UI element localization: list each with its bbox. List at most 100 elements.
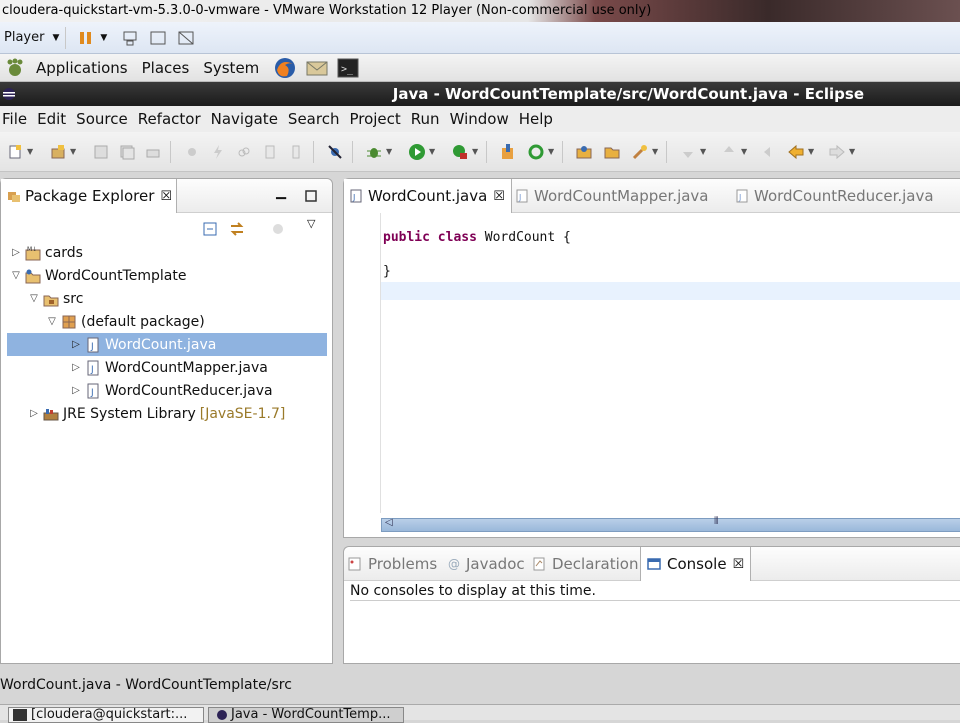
menu-source[interactable]: Source — [76, 110, 128, 128]
code-line-3[interactable]: } — [383, 264, 391, 279]
tree-item-project[interactable]: ▽ WordCountTemplate — [1, 264, 332, 287]
save-button[interactable] — [90, 142, 112, 162]
expand-icon[interactable]: ▷ — [69, 339, 83, 350]
scroll-thumb-grip-icon[interactable]: ⦀ — [714, 516, 718, 527]
unity-button[interactable] — [177, 27, 195, 49]
back-button[interactable] — [785, 142, 807, 162]
menu-navigate[interactable]: Navigate — [211, 110, 278, 128]
tab-wordcount-reducer[interactable]: J WordCountReducer.java — [736, 179, 934, 213]
tab-declaration[interactable]: Declaration — [532, 547, 638, 581]
send-ctrl-alt-del-button[interactable] — [121, 27, 139, 49]
refresh-button[interactable] — [525, 142, 547, 162]
print-button[interactable] — [142, 142, 164, 162]
new-class-button[interactable] — [497, 142, 519, 162]
toolbar-icon-a[interactable] — [181, 142, 203, 162]
collapse-all-icon[interactable] — [203, 222, 217, 236]
close-icon[interactable]: ☒ — [493, 189, 505, 204]
expand-icon[interactable]: ▷ — [9, 247, 23, 258]
forward-dropdown-icon[interactable]: ▼ — [849, 147, 857, 156]
menu-project[interactable]: Project — [349, 110, 400, 128]
open-type-button[interactable] — [573, 142, 595, 162]
tree-item-src[interactable]: ▽ src — [1, 287, 332, 310]
menu-file[interactable]: File — [2, 110, 27, 128]
next-annotation-button[interactable] — [677, 142, 699, 162]
close-icon[interactable]: ☒ — [160, 189, 172, 204]
project-dropdown-icon[interactable]: ▼ — [70, 147, 78, 156]
places-menu[interactable]: Places — [142, 59, 190, 77]
search-button[interactable] — [629, 142, 651, 162]
package-explorer-tab[interactable]: Package Explorer ☒ — [1, 179, 177, 213]
expand-icon[interactable]: ▷ — [69, 385, 83, 396]
maximize-icon[interactable] — [305, 190, 317, 202]
collapse-icon[interactable]: ▽ — [9, 270, 23, 281]
expand-icon[interactable]: ▷ — [69, 362, 83, 373]
tree-item-wordcount-reducer[interactable]: ▷ J WordCountReducer.java — [7, 379, 332, 402]
pause-button[interactable] — [78, 27, 94, 49]
external-tools-dropdown-icon[interactable]: ▼ — [472, 147, 480, 156]
tab-wordcount-mapper[interactable]: J WordCountMapper.java — [516, 179, 709, 213]
tree-item-default-package[interactable]: ▽ (default package) — [1, 310, 332, 333]
debug-dropdown-icon[interactable]: ▼ — [386, 147, 394, 156]
code-editor[interactable]: public class WordCount { } — [344, 213, 960, 518]
firefox-icon[interactable] — [273, 56, 297, 80]
save-all-button[interactable] — [116, 142, 138, 162]
menu-help[interactable]: Help — [519, 110, 553, 128]
menu-run[interactable]: Run — [411, 110, 440, 128]
external-tools-button[interactable] — [449, 142, 471, 162]
tree-item-wordcount-mapper[interactable]: ▷ J WordCountMapper.java — [7, 356, 332, 379]
next-annotation-dropdown-icon[interactable]: ▼ — [700, 147, 708, 156]
tree-item-jre[interactable]: ▷ JRE System Library [JavaSE-1.7] — [1, 402, 332, 425]
search-dropdown-icon[interactable]: ▼ — [652, 147, 660, 156]
run-button[interactable] — [406, 142, 428, 162]
menu-search[interactable]: Search — [288, 110, 340, 128]
collapse-icon[interactable]: ▽ — [45, 316, 59, 327]
prev-annotation-button[interactable] — [718, 142, 740, 162]
minimize-icon[interactable]: ▁ — [276, 185, 286, 200]
tree-item-cards[interactable]: ▷ M↓ cards — [1, 241, 332, 264]
menu-window[interactable]: Window — [450, 110, 509, 128]
run-dropdown-icon[interactable]: ▼ — [429, 147, 437, 156]
back-dropdown-icon[interactable]: ▼ — [808, 147, 816, 156]
taskbar-item-terminal[interactable]: [cloudera@quickstart:... — [8, 707, 204, 723]
skip-breakpoints-button[interactable] — [324, 142, 346, 162]
tab-problems[interactable]: Problems — [348, 547, 437, 581]
tab-wordcount[interactable]: J WordCount.java ☒ — [344, 179, 512, 213]
applications-menu[interactable]: Applications — [36, 59, 128, 77]
open-folder-button[interactable] — [601, 142, 623, 162]
horizontal-scrollbar[interactable]: ◁ ⦀ — [381, 516, 960, 532]
close-icon[interactable]: ☒ — [733, 557, 745, 572]
collapse-icon[interactable]: ▽ — [27, 293, 41, 304]
scroll-left-icon[interactable]: ◁ — [385, 517, 393, 528]
last-edit-button[interactable] — [759, 142, 781, 162]
tab-javadoc[interactable]: @ Javadoc — [448, 547, 525, 581]
toolbar-icon-d[interactable] — [259, 142, 281, 162]
tab-console[interactable]: Console ☒ — [640, 547, 752, 581]
player-menu-button[interactable]: Player — [4, 30, 44, 45]
menu-edit[interactable]: Edit — [37, 110, 66, 128]
link-with-editor-icon[interactable] — [229, 222, 245, 236]
pause-dropdown-icon[interactable]: ▼ — [100, 33, 107, 43]
toolbar-icon-e[interactable] — [285, 142, 307, 162]
focus-icon[interactable] — [271, 222, 285, 236]
forward-button[interactable] — [826, 142, 848, 162]
menu-refactor[interactable]: Refactor — [138, 110, 201, 128]
closing-brace: } — [383, 264, 391, 279]
new-java-project-button[interactable] — [47, 142, 69, 162]
taskbar-item-eclipse[interactable]: Java - WordCountTemp... — [208, 707, 404, 723]
terminal-icon[interactable]: >_ — [337, 57, 359, 79]
toolbar-icon-c[interactable] — [233, 142, 255, 162]
prev-annotation-dropdown-icon[interactable]: ▼ — [741, 147, 749, 156]
new-dropdown-icon[interactable]: ▼ — [27, 147, 35, 156]
toolbar-icon-b[interactable] — [207, 142, 229, 162]
new-button[interactable] — [4, 142, 26, 162]
expand-icon[interactable]: ▷ — [27, 408, 41, 419]
view-menu-icon[interactable]: ▽ — [307, 217, 315, 230]
code-line-1[interactable]: public class WordCount { — [383, 230, 571, 245]
system-menu[interactable]: System — [203, 59, 259, 77]
debug-button[interactable] — [363, 142, 385, 162]
mail-icon[interactable] — [305, 56, 329, 80]
chevron-down-icon[interactable]: ▼ — [52, 33, 59, 43]
fullscreen-button[interactable] — [149, 27, 167, 49]
tree-item-wordcount[interactable]: ▷ J WordCount.java — [7, 333, 327, 356]
refresh-dropdown-icon[interactable]: ▼ — [548, 147, 556, 156]
